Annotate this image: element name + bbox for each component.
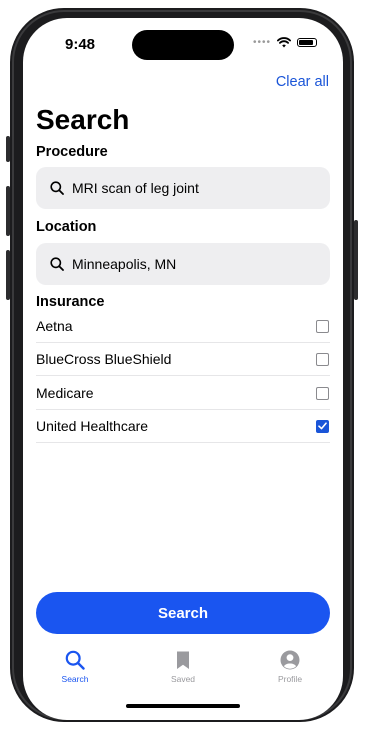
procedure-label: Procedure <box>36 144 108 160</box>
search-icon <box>50 257 64 271</box>
checkbox[interactable] <box>316 319 329 333</box>
tab-label: Saved <box>170 674 196 684</box>
volume-up-button <box>6 186 10 236</box>
volume-down-button <box>6 250 10 300</box>
battery-icon <box>297 38 317 47</box>
procedure-search-field[interactable]: MRI scan of leg joint <box>36 167 330 209</box>
insurance-option-label: Medicare <box>36 385 94 401</box>
tab-search[interactable]: Search <box>45 650 105 684</box>
checkbox-checked[interactable] <box>316 419 329 433</box>
insurance-label: Insurance <box>36 294 105 310</box>
insurance-option-label: United Healthcare <box>36 418 149 434</box>
location-value: Minneapolis, MN <box>72 256 177 272</box>
tab-profile[interactable]: Profile <box>260 650 320 684</box>
home-indicator <box>126 704 240 708</box>
status-time: 9:48 <box>65 36 96 53</box>
tab-saved[interactable]: Saved <box>153 650 213 684</box>
tab-label: Profile <box>277 674 303 684</box>
profile-icon <box>280 650 300 670</box>
checkbox[interactable] <box>316 352 329 366</box>
checkmark-icon <box>318 422 327 430</box>
search-button[interactable]: Search <box>36 592 330 634</box>
location-label: Location <box>36 219 97 235</box>
tab-label: Search <box>61 674 89 684</box>
wifi-icon <box>277 37 291 48</box>
search-icon <box>50 181 64 195</box>
checkbox[interactable] <box>316 386 329 400</box>
location-search-field[interactable]: Minneapolis, MN <box>36 243 330 285</box>
insurance-option-aetna[interactable]: Aetna <box>36 310 330 343</box>
procedure-value: MRI scan of leg joint <box>72 180 199 196</box>
dynamic-island <box>132 30 234 60</box>
screen: 9:48 •••• Clear all Search Procedure MRI… <box>23 18 343 720</box>
signal-icon: •••• <box>252 37 271 48</box>
insurance-option-label: BlueCross BlueShield <box>36 351 172 367</box>
insurance-option-label: Aetna <box>36 318 73 334</box>
bookmark-icon <box>177 651 189 669</box>
page-title: Search <box>36 104 130 135</box>
power-button <box>354 220 358 300</box>
mute-switch <box>6 136 10 162</box>
insurance-option-bluecross[interactable]: BlueCross BlueShield <box>36 343 330 376</box>
insurance-option-united[interactable]: United Healthcare <box>36 410 330 443</box>
status-icons: •••• <box>253 37 317 48</box>
insurance-option-medicare[interactable]: Medicare <box>36 377 330 410</box>
search-icon <box>65 650 85 670</box>
clear-all-link[interactable]: Clear all <box>276 74 329 90</box>
